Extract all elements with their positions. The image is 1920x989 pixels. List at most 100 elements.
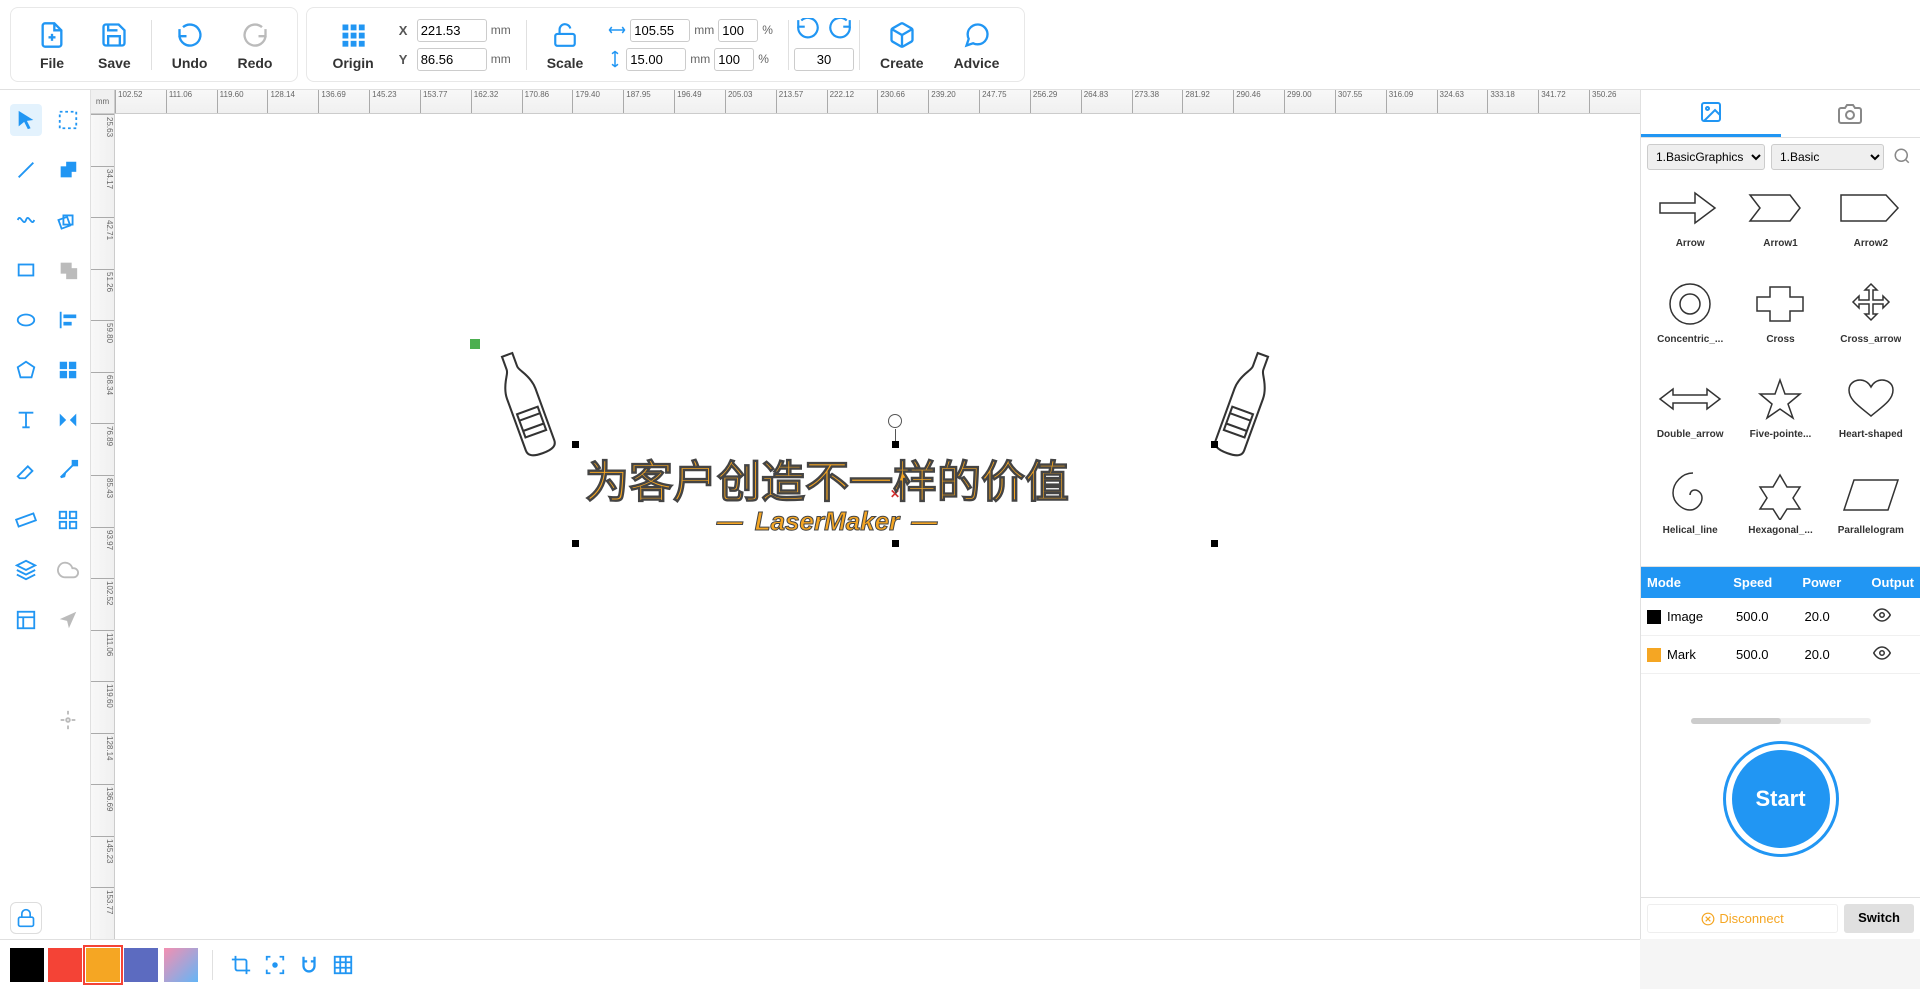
tab-library[interactable] <box>1641 90 1781 137</box>
rotation-input[interactable] <box>794 48 854 71</box>
handle-tl[interactable] <box>572 441 579 448</box>
layout-tool[interactable] <box>10 604 42 636</box>
selection-box[interactable]: ✕ 为客户创造不一样的价值 LaserMaker <box>575 444 1215 544</box>
x-input[interactable] <box>417 19 487 42</box>
redo-button[interactable]: Redo <box>222 14 287 76</box>
start-button[interactable]: Start <box>1726 744 1836 854</box>
layer-name: Mark <box>1667 647 1696 662</box>
edit-path-tool[interactable] <box>52 454 84 486</box>
top-toolbar: File Save Undo Redo Origin X mm <box>0 0 1920 90</box>
col-output: Output <box>1865 567 1920 598</box>
ellipse-tool[interactable] <box>10 304 42 336</box>
handle-tr[interactable] <box>1211 441 1218 448</box>
shape-label: Five-pointe... <box>1750 429 1812 440</box>
width-pct-input[interactable] <box>718 19 758 42</box>
line-tool[interactable] <box>10 154 42 186</box>
switch-button[interactable]: Switch <box>1844 904 1914 933</box>
file-button[interactable]: File <box>21 14 83 76</box>
handle-b[interactable] <box>892 540 899 547</box>
text-tool[interactable] <box>10 404 42 436</box>
layer-color <box>1647 648 1661 662</box>
mirror-tool[interactable] <box>52 404 84 436</box>
origin-button[interactable]: Origin <box>317 14 388 76</box>
color-swatch[interactable] <box>48 948 82 982</box>
send-tool[interactable] <box>52 604 84 636</box>
search-icon[interactable] <box>1890 144 1914 168</box>
canvas-text-object[interactable]: 为客户创造不一样的价值 LaserMaker <box>585 446 1069 537</box>
bottle-left[interactable] <box>469 339 582 470</box>
gradient-swatch[interactable] <box>164 948 198 982</box>
scale-button[interactable]: Scale <box>532 14 599 76</box>
width-input[interactable] <box>630 19 690 42</box>
shape-label: Concentric_... <box>1657 334 1723 345</box>
shape-label: Cross_arrow <box>1840 334 1901 345</box>
shape-hexagonal_...[interactable]: Hexagonal_... <box>1737 469 1823 561</box>
height-input[interactable] <box>626 48 686 71</box>
category2-select[interactable]: 1.Basic <box>1771 144 1884 170</box>
create-button[interactable]: Create <box>865 14 939 76</box>
shape-cross[interactable]: Cross <box>1737 278 1823 370</box>
eraser-tool[interactable] <box>10 454 42 486</box>
rotate-cw-icon[interactable] <box>827 18 853 44</box>
shape-arrow1[interactable]: Arrow1 <box>1737 182 1823 274</box>
reference-point[interactable] <box>470 339 480 349</box>
advice-button[interactable]: Advice <box>939 14 1015 76</box>
layer-row[interactable]: Mark500.020.0 <box>1641 636 1920 674</box>
disconnect-button[interactable]: Disconnect <box>1647 904 1838 933</box>
eye-icon[interactable] <box>1873 606 1891 624</box>
handle-br[interactable] <box>1211 540 1218 547</box>
canvas[interactable]: ✕ 为客户创造不一样的价值 LaserMaker <box>115 114 1640 939</box>
magnet-icon[interactable] <box>295 951 323 979</box>
ruler-vertical: 25.6334.1742.7151.2659.8068.3476.8985.43… <box>91 114 115 939</box>
undo-button[interactable]: Undo <box>157 14 223 76</box>
shape-concentric_...[interactable]: Concentric_... <box>1647 278 1733 370</box>
crop-icon[interactable] <box>227 951 255 979</box>
category1-select[interactable]: 1.BasicGraphics <box>1647 144 1765 170</box>
eye-icon[interactable] <box>1873 644 1891 662</box>
layers-tool[interactable] <box>10 554 42 586</box>
grid-icon[interactable] <box>329 951 357 979</box>
shape-label: Parallelogram <box>1838 525 1904 536</box>
cloud-tool[interactable] <box>52 554 84 586</box>
ruler-tool[interactable] <box>10 504 42 536</box>
color-swatch[interactable] <box>124 948 158 982</box>
x-axis-label: X <box>399 23 413 38</box>
layer-row[interactable]: Image500.020.0 <box>1641 598 1920 636</box>
shape-cross_arrow[interactable]: Cross_arrow <box>1828 278 1914 370</box>
shape-parallelogram[interactable]: Parallelogram <box>1828 469 1914 561</box>
shape-double_arrow[interactable]: Double_arrow <box>1647 373 1733 465</box>
y-input[interactable] <box>417 48 487 71</box>
tab-camera[interactable] <box>1781 90 1920 137</box>
rect-tool[interactable] <box>10 254 42 286</box>
merge-tool[interactable] <box>52 254 84 286</box>
color-swatch[interactable] <box>86 948 120 982</box>
handle-bl[interactable] <box>572 540 579 547</box>
focus-icon[interactable] <box>261 951 289 979</box>
layer-table: Mode Speed Power Output Image500.020.0Ma… <box>1641 566 1920 674</box>
polygon-tool[interactable] <box>10 354 42 386</box>
shape-label: Arrow1 <box>1763 238 1797 249</box>
align-tool[interactable] <box>52 304 84 336</box>
shape-fill-tool[interactable] <box>52 154 84 186</box>
array-tool[interactable] <box>52 504 84 536</box>
lock-open-icon <box>549 19 581 51</box>
rotate-tool[interactable] <box>52 204 84 236</box>
shape-helical_line[interactable]: Helical_line <box>1647 469 1733 561</box>
burst-tool[interactable] <box>52 704 84 736</box>
marquee-tool[interactable] <box>52 104 84 136</box>
shape-five-pointe...[interactable]: Five-pointe... <box>1737 373 1823 465</box>
select-tool[interactable] <box>10 104 42 136</box>
shape-arrow2[interactable]: Arrow2 <box>1828 182 1914 274</box>
cube-icon <box>886 19 918 51</box>
rotate-ccw-icon[interactable] <box>795 18 821 44</box>
canvas-area[interactable]: mm 102.52111.06119.60128.14136.69145.231… <box>90 90 1640 939</box>
rotate-handle[interactable] <box>888 414 902 428</box>
color-swatch[interactable] <box>10 948 44 982</box>
height-pct-input[interactable] <box>714 48 754 71</box>
shape-heart-shaped[interactable]: Heart-shaped <box>1828 373 1914 465</box>
grid4-tool[interactable] <box>52 354 84 386</box>
save-button[interactable]: Save <box>83 14 146 76</box>
lock-button[interactable] <box>10 902 42 934</box>
shape-arrow[interactable]: Arrow <box>1647 182 1733 274</box>
curve-tool[interactable] <box>10 204 42 236</box>
